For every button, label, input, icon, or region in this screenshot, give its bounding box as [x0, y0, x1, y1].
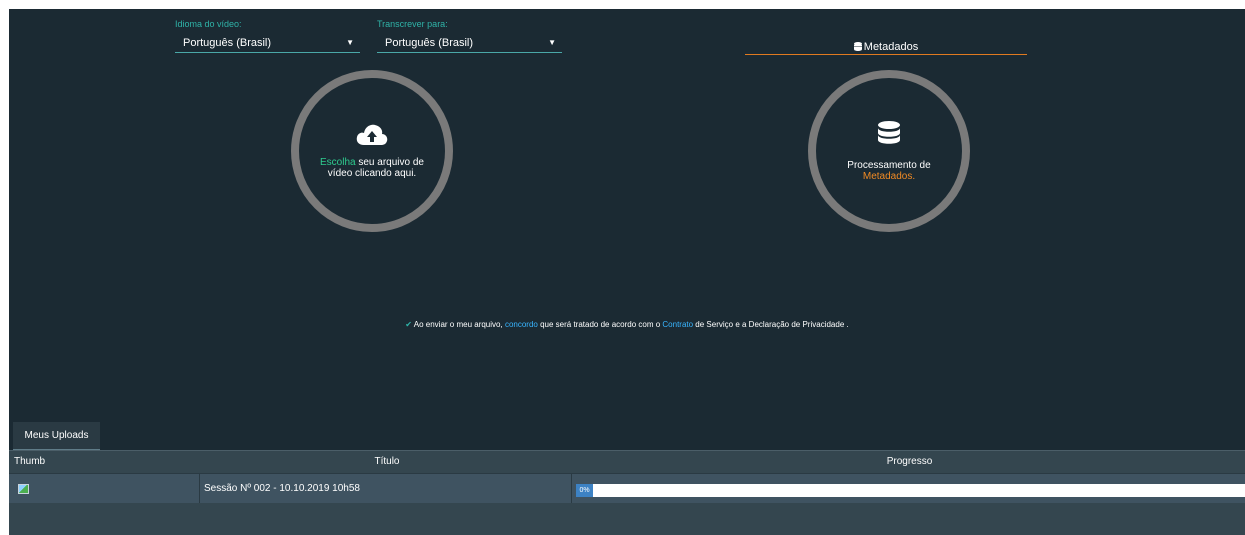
chevron-down-icon: ▼: [346, 38, 354, 47]
video-language-field: Idioma do vídeo: Português (Brasil) ▼: [175, 19, 360, 53]
transcribe-language-select[interactable]: Português (Brasil) ▼: [377, 35, 562, 53]
tab-metadados-label: Metadados: [863, 41, 919, 53]
database-icon: [853, 42, 862, 54]
video-language-select[interactable]: Português (Brasil) ▼: [175, 35, 360, 53]
tab-meus-uploads[interactable]: Meus Uploads: [13, 422, 100, 450]
table-header: Thumb Título Progresso: [9, 450, 1245, 473]
image-icon: [18, 484, 29, 494]
concordo-link[interactable]: concordo: [505, 320, 538, 329]
row-title: Sessão Nº 002 - 10.10.2019 10h58: [204, 483, 360, 494]
transcribe-language-label: Transcrever para:: [377, 19, 448, 29]
progress-bar: 0%: [576, 484, 1245, 497]
upload-dropzone[interactable]: Escolha seu arquivo de vídeo clicando aq…: [291, 70, 453, 232]
consent-part1: Ao enviar o meu arquivo,: [411, 320, 505, 329]
video-language-label: Idioma do vídeo:: [175, 19, 242, 29]
metadata-processing-panel: Processamento de Metadados.: [808, 70, 970, 232]
table-footer-area: [9, 503, 1245, 535]
cloud-upload-icon: [356, 124, 388, 151]
processing-highlight: Metadados.: [862, 170, 916, 182]
transcribe-language-value: Português (Brasil): [385, 37, 474, 49]
check-icon: ✔: [405, 320, 412, 329]
consent-notice: ✔ Ao enviar o meu arquivo, concordo que …: [9, 320, 1245, 329]
transcribe-language-field: Transcrever para: Português (Brasil) ▼: [377, 19, 562, 53]
column-header-thumb: Thumb: [14, 456, 46, 467]
contrato-link[interactable]: Contrato: [662, 320, 693, 329]
tab-metadados[interactable]: Metadados: [745, 41, 1027, 55]
progress-label: 0%: [576, 484, 593, 497]
column-header-progress: Progresso: [886, 456, 933, 467]
consent-part2: que será tratado de acordo com o: [537, 320, 663, 329]
chevron-down-icon: ▼: [548, 38, 556, 47]
consent-part3: de Serviço e a Declaração de Privacidade…: [693, 320, 849, 329]
uploads-table: Thumb Título Progresso Sessão Nº 002 - 1…: [9, 450, 1245, 526]
database-icon: [878, 120, 900, 152]
video-language-value: Português (Brasil): [183, 37, 272, 49]
processing-text: Processamento de Metadados.: [824, 160, 954, 182]
column-header-title: Título: [374, 456, 400, 467]
upload-text: Escolha seu arquivo de vídeo clicando aq…: [307, 157, 437, 179]
processing-description: Processamento de: [847, 159, 931, 171]
app-window: Idioma do vídeo: Português (Brasil) ▼ Tr…: [9, 9, 1245, 535]
upload-highlight: Escolha: [320, 156, 356, 168]
table-row[interactable]: Sessão Nº 002 - 10.10.2019 10h58 0%: [9, 473, 1245, 526]
